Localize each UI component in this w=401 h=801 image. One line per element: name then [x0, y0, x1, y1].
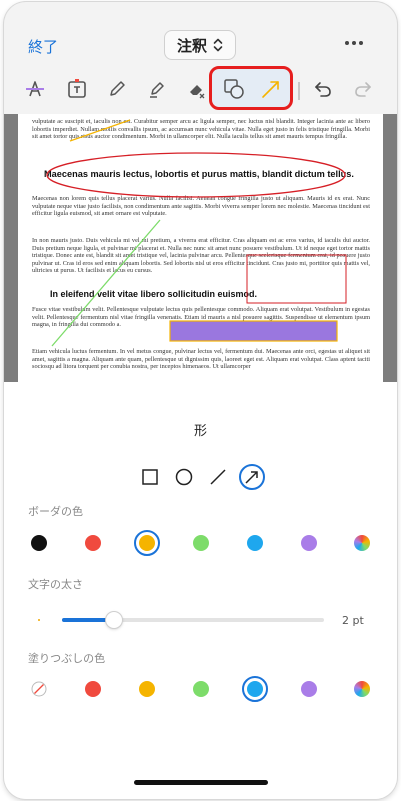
fill-color-none[interactable] [24, 674, 54, 704]
filled-rectangle-annotation [169, 320, 338, 342]
circle-icon [175, 468, 193, 486]
undo-icon [315, 82, 331, 97]
selected-indicator [134, 530, 160, 556]
rectangle-icon [142, 469, 158, 485]
shape-option-arrow[interactable] [237, 462, 267, 492]
border-color-red[interactable] [78, 528, 108, 558]
sheet-title: 形 [193, 424, 207, 439]
app-window: 終了 注釈 vulputate ac suscipit et, iaculis … [4, 2, 397, 799]
border-color-blue[interactable] [240, 528, 270, 558]
no-fill-icon [31, 681, 47, 697]
fill-color-green[interactable] [186, 674, 216, 704]
redo-button[interactable] [346, 72, 380, 106]
stroke-width-value: 2 pt [342, 614, 364, 627]
border-color-options [4, 528, 397, 558]
shape-settings-sheet: 形 ボーダの色 文字の太さ 2 pt 塗りつぶしの色 [4, 382, 397, 799]
fill-color-options [4, 674, 397, 704]
shape-icon [224, 79, 244, 99]
text-box-tool[interactable] [60, 72, 94, 106]
pdf-page[interactable]: vulputate ac suscipit et, iaculis non es… [18, 114, 383, 382]
border-color-label: ボーダの色 [28, 505, 83, 518]
border-color-yellow[interactable] [132, 528, 162, 558]
fill-color-blue[interactable] [240, 674, 270, 704]
fill-color-red[interactable] [78, 674, 108, 704]
ellipse-annotation [46, 152, 346, 198]
selected-indicator [239, 464, 265, 490]
eraser-icon [190, 85, 205, 99]
highlighter-tool[interactable] [140, 72, 174, 106]
fill-color-custom[interactable] [347, 674, 377, 704]
rectangle-annotation [246, 254, 347, 304]
arrow-icon [245, 471, 258, 484]
strikethrough-icon [26, 81, 44, 97]
strikethrough-tool[interactable] [18, 72, 52, 106]
slider-track[interactable] [62, 612, 324, 628]
border-color-purple[interactable] [294, 528, 324, 558]
color-wheel-icon [354, 535, 370, 551]
undo-button[interactable] [306, 72, 340, 106]
annotation-layer [46, 119, 347, 347]
line-arrow-tool[interactable] [254, 72, 288, 106]
annotation-toolbar [4, 66, 397, 112]
shape-options [4, 462, 397, 492]
eraser-tool[interactable] [180, 72, 214, 106]
border-color-green[interactable] [186, 528, 216, 558]
slider-thumb[interactable] [106, 612, 123, 628]
color-wheel-icon [354, 681, 370, 697]
more-icon[interactable] [344, 40, 364, 46]
stroke-width-slider[interactable]: 2 pt [4, 610, 397, 630]
highlighter-icon [150, 82, 164, 98]
mode-selector[interactable]: 注釈 [164, 30, 236, 60]
pen-tool[interactable] [100, 72, 134, 106]
shape-option-circle[interactable] [169, 462, 199, 492]
nav-bar: 終了 注釈 [4, 2, 397, 64]
mode-label: 注釈 [176, 36, 207, 55]
stroke-width-label: 文字の太さ [28, 578, 83, 591]
done-button[interactable]: 終了 [28, 36, 58, 57]
shape-tool[interactable] [217, 72, 251, 106]
toolbar-divider [298, 82, 300, 100]
text-box-icon [68, 79, 86, 98]
thin-stroke-icon [38, 619, 40, 621]
border-color-custom[interactable] [347, 528, 377, 558]
shape-option-rectangle[interactable] [135, 462, 165, 492]
pen-icon [110, 81, 125, 96]
line-annotation [51, 219, 161, 347]
fill-color-label: 塗りつぶしの色 [28, 652, 106, 665]
fill-color-yellow[interactable] [132, 674, 162, 704]
selected-indicator [242, 676, 268, 702]
home-indicator [134, 780, 268, 785]
document-viewer[interactable]: vulputate ac suscipit et, iaculis non es… [4, 114, 397, 382]
chevron-up-down-icon [213, 38, 223, 52]
fill-color-purple[interactable] [294, 674, 324, 704]
redo-icon [355, 82, 371, 97]
shape-option-line[interactable] [203, 462, 233, 492]
line-icon [210, 469, 226, 485]
line-arrow-icon [262, 81, 279, 98]
arrow-annotation [69, 119, 131, 142]
border-color-black[interactable] [24, 528, 54, 558]
